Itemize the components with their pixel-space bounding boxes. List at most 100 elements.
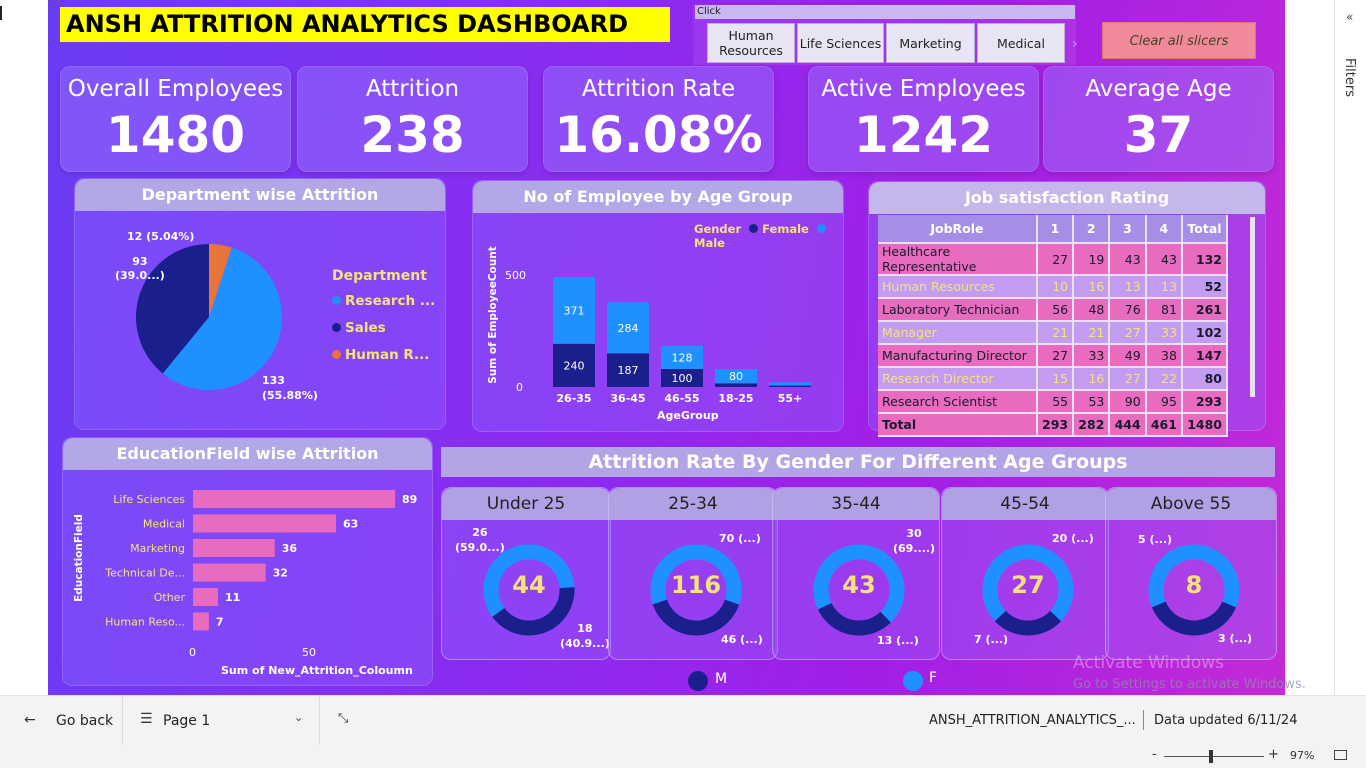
rating-cell: 81: [1145, 298, 1183, 322]
gauge-bottom-label: 13 (...): [877, 634, 919, 647]
clear-slicers-button[interactable]: Clear all slicers: [1102, 22, 1256, 59]
job-role-cell: Manager: [878, 321, 1038, 345]
edu-x-axis-label: Sum of New_Attrition_Coloumn: [221, 664, 413, 677]
column-header[interactable]: JobRole: [878, 215, 1038, 244]
edu-value-label: 7: [216, 616, 224, 629]
rating-cell: 21: [1036, 321, 1075, 345]
rating-cell: 132: [1181, 243, 1229, 276]
panel-title: Job satisfaction Rating: [869, 182, 1265, 214]
rating-cell: 27: [1109, 321, 1147, 345]
kpi-label: Overall Employees: [67, 76, 284, 102]
slicer-option-marketing[interactable]: Marketing: [886, 23, 975, 63]
total-cell: 293: [1036, 413, 1075, 437]
edu-bar-1[interactable]: [193, 514, 337, 533]
table-row[interactable]: Manager 21 21 27 33 102: [878, 321, 1229, 345]
table-row[interactable]: Research Scientist 55 53 90 95 293: [878, 390, 1229, 414]
slicer-option-life-sciences[interactable]: Life Sciences: [797, 23, 884, 63]
bar-male-55+[interactable]: [769, 382, 811, 386]
edu-bar-5[interactable]: [193, 612, 209, 631]
rating-cell: 10: [1036, 275, 1075, 299]
legend-item-research[interactable]: Research ...: [332, 293, 435, 309]
column-header[interactable]: 4: [1145, 215, 1183, 244]
gauge-center-value: 43: [842, 571, 876, 599]
legend-label-m: M: [715, 671, 728, 687]
edu-category-label: Life Sciences: [113, 493, 185, 506]
zoom-slider[interactable]: [1164, 756, 1264, 757]
kpi-label: Attrition: [365, 76, 460, 102]
back-arrow-icon[interactable]: ←: [24, 712, 36, 728]
zoom-in-button[interactable]: +: [1268, 747, 1279, 762]
table-row[interactable]: Manufacturing Director 27 33 49 38 147: [878, 344, 1229, 368]
slicer-option-human-resources[interactable]: Human Resources: [707, 23, 795, 63]
table-scrollbar[interactable]: [1250, 217, 1255, 397]
bar-female-18-25[interactable]: [715, 383, 757, 387]
total-cell: Total: [878, 413, 1038, 437]
legend-item-hr[interactable]: Human R...: [332, 347, 429, 363]
page-selector[interactable]: Page 1: [163, 713, 210, 729]
zoom-out-button[interactable]: -: [1152, 747, 1157, 762]
slicer-scroll-right-icon[interactable]: ›: [1072, 36, 1078, 52]
collapse-filters-icon[interactable]: «: [1346, 10, 1353, 24]
fit-page-icon[interactable]: [1334, 750, 1347, 760]
slicer-option-medical[interactable]: Medical: [977, 23, 1065, 63]
zoom-slider-thumb[interactable]: [1209, 750, 1213, 763]
table-row[interactable]: Human Resources 10 16 13 13 52: [878, 275, 1229, 299]
legend-title: Gender: [694, 222, 742, 236]
job-role-cell: Research Director: [878, 367, 1038, 391]
collapse-icon[interactable]: ⤡: [338, 711, 348, 726]
kpi-value: 37: [1123, 106, 1194, 164]
gauge-center-value: 44: [512, 571, 546, 599]
gauge-card-45-54: 45-54 27 20 (...) 7 (...): [941, 487, 1109, 660]
total-cell: 282: [1073, 413, 1111, 437]
chevron-down-icon[interactable]: ⌄: [294, 711, 303, 724]
edu-bar-0[interactable]: [193, 490, 396, 508]
education-attrition-panel: EducationField wise Attrition EducationF…: [62, 437, 433, 686]
edu-bar-2[interactable]: [193, 539, 275, 557]
legend-dot-m: [688, 671, 708, 691]
gauge-card-25-34: 25-34 116 70 (...) 46 (...): [608, 487, 778, 660]
legend-label: Research ...: [345, 293, 436, 309]
age-data-label: 80: [729, 370, 743, 383]
edu-bar-3[interactable]: [193, 563, 266, 582]
legend-label-f: F: [929, 670, 938, 686]
gauge-top-label: 26 (59.0...): [455, 526, 505, 554]
bar-female-55+[interactable]: [769, 385, 811, 387]
column-header[interactable]: 1: [1036, 215, 1075, 244]
job-satisfaction-table: JobRole 1 2 3 4 Total Healthcare Representati…: [878, 215, 1229, 437]
rating-cell: 43: [1109, 243, 1147, 276]
filters-pane[interactable]: « Filters: [1334, 0, 1366, 695]
edu-category-label: Other: [154, 591, 186, 604]
column-header[interactable]: Total: [1181, 215, 1229, 244]
watermark-subtitle: Go to Settings to activate Windows.: [1073, 677, 1306, 692]
table-row[interactable]: Research Director 15 16 27 22 80: [878, 367, 1229, 391]
panel-title: No of Employee by Age Group: [473, 181, 843, 213]
gauge-bottom-label: 46 (...): [721, 633, 763, 646]
report-canvas: ANSH ATTRITION ANALYTICS DASHBOARD Click…: [48, 0, 1285, 695]
rating-cell: 27: [1036, 344, 1075, 368]
rating-cell: 15: [1036, 367, 1075, 391]
rating-cell: 33: [1145, 321, 1183, 345]
table-row[interactable]: Laboratory Technician 56 48 76 81 261: [878, 298, 1229, 322]
legend-item-sales[interactable]: Sales: [332, 320, 386, 336]
rating-cell: 76: [1109, 298, 1147, 322]
kpi-average-age: Average Age 37: [1043, 66, 1274, 172]
gauge-title: 45-54: [942, 488, 1108, 520]
rating-cell: 13: [1109, 275, 1147, 299]
table-row[interactable]: Healthcare Representative 27 19 43 43 132: [878, 243, 1229, 276]
job-role-cell: Research Scientist: [878, 390, 1038, 414]
total-cell: 461: [1145, 413, 1183, 437]
legend-dot: [332, 323, 341, 332]
go-back-button[interactable]: Go back: [56, 713, 113, 729]
pie-label-sales-value: 93: [132, 255, 148, 268]
edu-value-label: 36: [282, 542, 298, 555]
gauge-top-label: 5 (...): [1138, 533, 1173, 546]
legend-label: Sales: [345, 320, 386, 336]
edu-bar-4[interactable]: [193, 588, 218, 606]
filters-label[interactable]: Filters: [1342, 58, 1357, 97]
kpi-attrition-rate: Attrition Rate 16.08%: [543, 66, 774, 172]
gauge-center-value: 116: [670, 571, 722, 599]
kpi-active-employees: Active Employees 1242: [808, 66, 1039, 172]
column-header[interactable]: 3: [1109, 215, 1147, 244]
panel-title: EducationField wise Attrition: [63, 438, 432, 470]
column-header[interactable]: 2: [1073, 215, 1111, 244]
